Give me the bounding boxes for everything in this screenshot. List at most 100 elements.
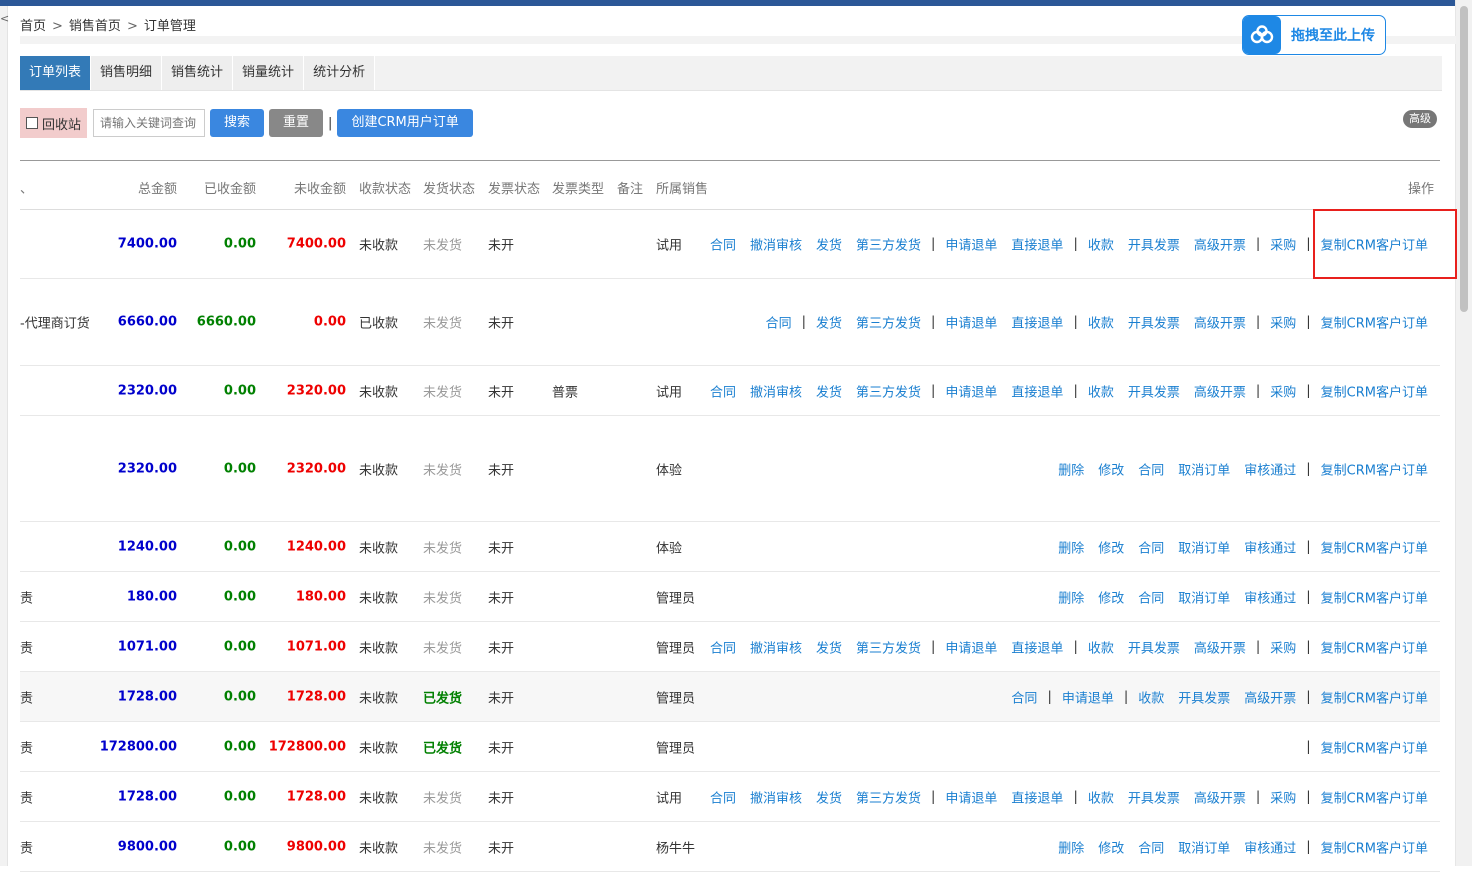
action-link[interactable]: 修改 xyxy=(1098,459,1124,478)
action-link[interactable]: 高级开票 xyxy=(1244,687,1296,706)
table-row[interactable]: 责 1728.00 0.00 1728.00 未收款 已发货 未开 管理员 合同 | 申请退单 | 收款… xyxy=(20,672,1440,722)
action-link[interactable]: 审核通过 xyxy=(1244,837,1296,856)
action-link[interactable]: 开具发票 xyxy=(1128,235,1180,254)
table-row[interactable]: 责 9800.00 0.00 9800.00 未收款 未发货 未开 杨牛牛 删除 修改 合同 取消订单… xyxy=(20,822,1440,872)
table-row[interactable]: 7400.00 0.00 7400.00 未收款 未发货 未开 试用 合同 撤消审核 发货 第三方发… xyxy=(20,210,1440,279)
action-link[interactable]: 采购 xyxy=(1270,381,1296,400)
search-input[interactable] xyxy=(93,109,206,137)
action-link[interactable]: 高级开票 xyxy=(1194,637,1246,656)
action-link[interactable]: 删除 xyxy=(1058,587,1084,606)
action-link[interactable]: 收款 xyxy=(1088,637,1114,656)
action-link[interactable]: 高级开票 xyxy=(1194,235,1246,254)
action-link[interactable]: 开具发票 xyxy=(1128,381,1180,400)
tab-sales-detail[interactable]: 销售明细 xyxy=(91,56,163,90)
action-link[interactable]: 合同 xyxy=(1138,459,1164,478)
advanced-search-button[interactable]: 高级 xyxy=(1403,110,1437,128)
action-link[interactable]: 直接退单 xyxy=(1011,235,1063,254)
action-link[interactable]: 申请退单 xyxy=(945,313,997,332)
drag-upload-button[interactable]: 拖拽至此上传 xyxy=(1242,15,1386,55)
action-link[interactable]: 合同 xyxy=(710,637,736,656)
action-link[interactable]: 取消订单 xyxy=(1178,459,1230,478)
breadcrumb-home[interactable]: 首页 xyxy=(20,19,46,34)
action-link[interactable]: 合同 xyxy=(710,381,736,400)
table-row[interactable]: 责 1728.00 0.00 1728.00 未收款 未发货 未开 试用 合同 撤消审核 发货 第三方… xyxy=(20,772,1440,822)
action-link[interactable]: 采购 xyxy=(1270,235,1296,254)
action-link[interactable]: 复制CRM客户订单 xyxy=(1321,837,1428,856)
tab-sales-stats[interactable]: 销售统计 xyxy=(162,56,234,90)
action-link[interactable]: 合同 xyxy=(1138,837,1164,856)
action-link[interactable]: 修改 xyxy=(1098,837,1124,856)
search-button[interactable]: 搜索 xyxy=(210,109,265,137)
action-link[interactable]: 开具发票 xyxy=(1128,313,1180,332)
scrollbar-thumb[interactable] xyxy=(1460,6,1468,312)
action-link[interactable]: 复制CRM客户订单 xyxy=(1321,637,1428,656)
create-crm-order-button[interactable]: 创建CRM用户订单 xyxy=(337,109,473,137)
action-link[interactable]: 复制CRM客户订单 xyxy=(1321,459,1428,478)
action-link[interactable]: 撤消审核 xyxy=(750,787,802,806)
table-row[interactable]: 2320.00 0.00 2320.00 未收款 未发货 未开 普票 试用 合同 撤消审核 发货 第三… xyxy=(20,366,1440,416)
action-link[interactable]: 删除 xyxy=(1058,837,1084,856)
left-collapse-strip[interactable]: < xyxy=(0,6,9,866)
action-link[interactable]: 审核通过 xyxy=(1244,537,1296,556)
action-link[interactable]: 收款 xyxy=(1088,381,1114,400)
action-link[interactable]: 高级开票 xyxy=(1194,313,1246,332)
action-link[interactable]: 发货 xyxy=(816,637,842,656)
action-link[interactable]: 申请退单 xyxy=(945,637,997,656)
breadcrumb-sales-home[interactable]: 销售首页 xyxy=(69,19,121,34)
action-link[interactable]: 合同 xyxy=(710,787,736,806)
table-row[interactable]: 1240.00 0.00 1240.00 未收款 未发货 未开 体验 删除 修改 合同 取消订单 审核… xyxy=(20,522,1440,572)
action-link[interactable]: 第三方发货 xyxy=(856,313,921,332)
action-link[interactable]: 发货 xyxy=(816,787,842,806)
action-link[interactable]: 开具发票 xyxy=(1178,687,1230,706)
action-link[interactable]: 撤消审核 xyxy=(750,381,802,400)
action-link[interactable]: 合同 xyxy=(1011,687,1037,706)
table-row[interactable]: -代理商订货 6660.00 6660.00 0.00 已收款 未发货 未开 合同 | 发货 第三方… xyxy=(20,279,1440,366)
action-link[interactable]: 发货 xyxy=(816,235,842,254)
action-link[interactable]: 合同 xyxy=(1138,587,1164,606)
action-link[interactable]: 收款 xyxy=(1138,687,1164,706)
action-link[interactable]: 取消订单 xyxy=(1178,537,1230,556)
action-link[interactable]: 收款 xyxy=(1088,313,1114,332)
action-link[interactable]: 删除 xyxy=(1058,537,1084,556)
action-link[interactable]: 复制CRM客户订单 xyxy=(1321,313,1428,332)
action-link[interactable]: 合同 xyxy=(766,313,792,332)
action-link[interactable]: 撤消审核 xyxy=(750,235,802,254)
action-link[interactable]: 申请退单 xyxy=(945,235,997,254)
action-link[interactable]: 收款 xyxy=(1088,787,1114,806)
reset-button[interactable]: 重置 xyxy=(269,109,324,137)
action-link[interactable]: 申请退单 xyxy=(945,381,997,400)
table-row[interactable]: 责 172800.00 0.00 172800.00 未收款 已发货 未开 管理员 | 复制CRM… xyxy=(20,722,1440,772)
action-link[interactable]: 高级开票 xyxy=(1194,787,1246,806)
action-link[interactable]: 复制CRM客户订单 xyxy=(1321,587,1428,606)
action-link[interactable]: 合同 xyxy=(1138,537,1164,556)
action-link[interactable]: 取消订单 xyxy=(1178,587,1230,606)
action-link[interactable]: 修改 xyxy=(1098,537,1124,556)
action-link[interactable]: 直接退单 xyxy=(1011,381,1063,400)
action-link[interactable]: 直接退单 xyxy=(1011,787,1063,806)
vertical-scrollbar[interactable] xyxy=(1455,0,1472,866)
action-link[interactable]: 取消订单 xyxy=(1178,837,1230,856)
action-link[interactable]: 复制CRM客户订单 xyxy=(1321,737,1428,756)
action-link[interactable]: 第三方发货 xyxy=(856,787,921,806)
action-link[interactable]: 审核通过 xyxy=(1244,587,1296,606)
action-link[interactable]: 审核通过 xyxy=(1244,459,1296,478)
action-link[interactable]: 复制CRM客户订单 xyxy=(1321,537,1428,556)
action-link[interactable]: 申请退单 xyxy=(945,787,997,806)
action-link[interactable]: 直接退单 xyxy=(1011,637,1063,656)
recycle-checkbox[interactable] xyxy=(26,117,38,129)
action-link[interactable]: 复制CRM客户订单 xyxy=(1321,687,1428,706)
action-link[interactable]: 复制CRM客户订单 xyxy=(1321,787,1428,806)
action-link[interactable]: 第三方发货 xyxy=(856,381,921,400)
action-link[interactable]: 采购 xyxy=(1270,787,1296,806)
action-link[interactable]: 复制CRM客户订单 xyxy=(1321,381,1428,400)
action-link[interactable]: 第三方发货 xyxy=(856,235,921,254)
action-link[interactable]: 删除 xyxy=(1058,459,1084,478)
table-row[interactable]: 2320.00 0.00 2320.00 未收款 未发货 未开 体验 删除 修改 合同 取消订单 审核… xyxy=(20,416,1440,522)
action-link[interactable]: 直接退单 xyxy=(1011,313,1063,332)
table-row[interactable]: 责 180.00 0.00 180.00 未收款 未发货 未开 管理员 删除 修改 合同 取消订单 审核… xyxy=(20,572,1440,622)
action-link[interactable]: 发货 xyxy=(816,381,842,400)
action-link[interactable]: 第三方发货 xyxy=(856,637,921,656)
collapse-caret-icon[interactable]: < xyxy=(0,12,9,25)
action-link[interactable]: 合同 xyxy=(710,235,736,254)
action-link[interactable]: 开具发票 xyxy=(1128,637,1180,656)
